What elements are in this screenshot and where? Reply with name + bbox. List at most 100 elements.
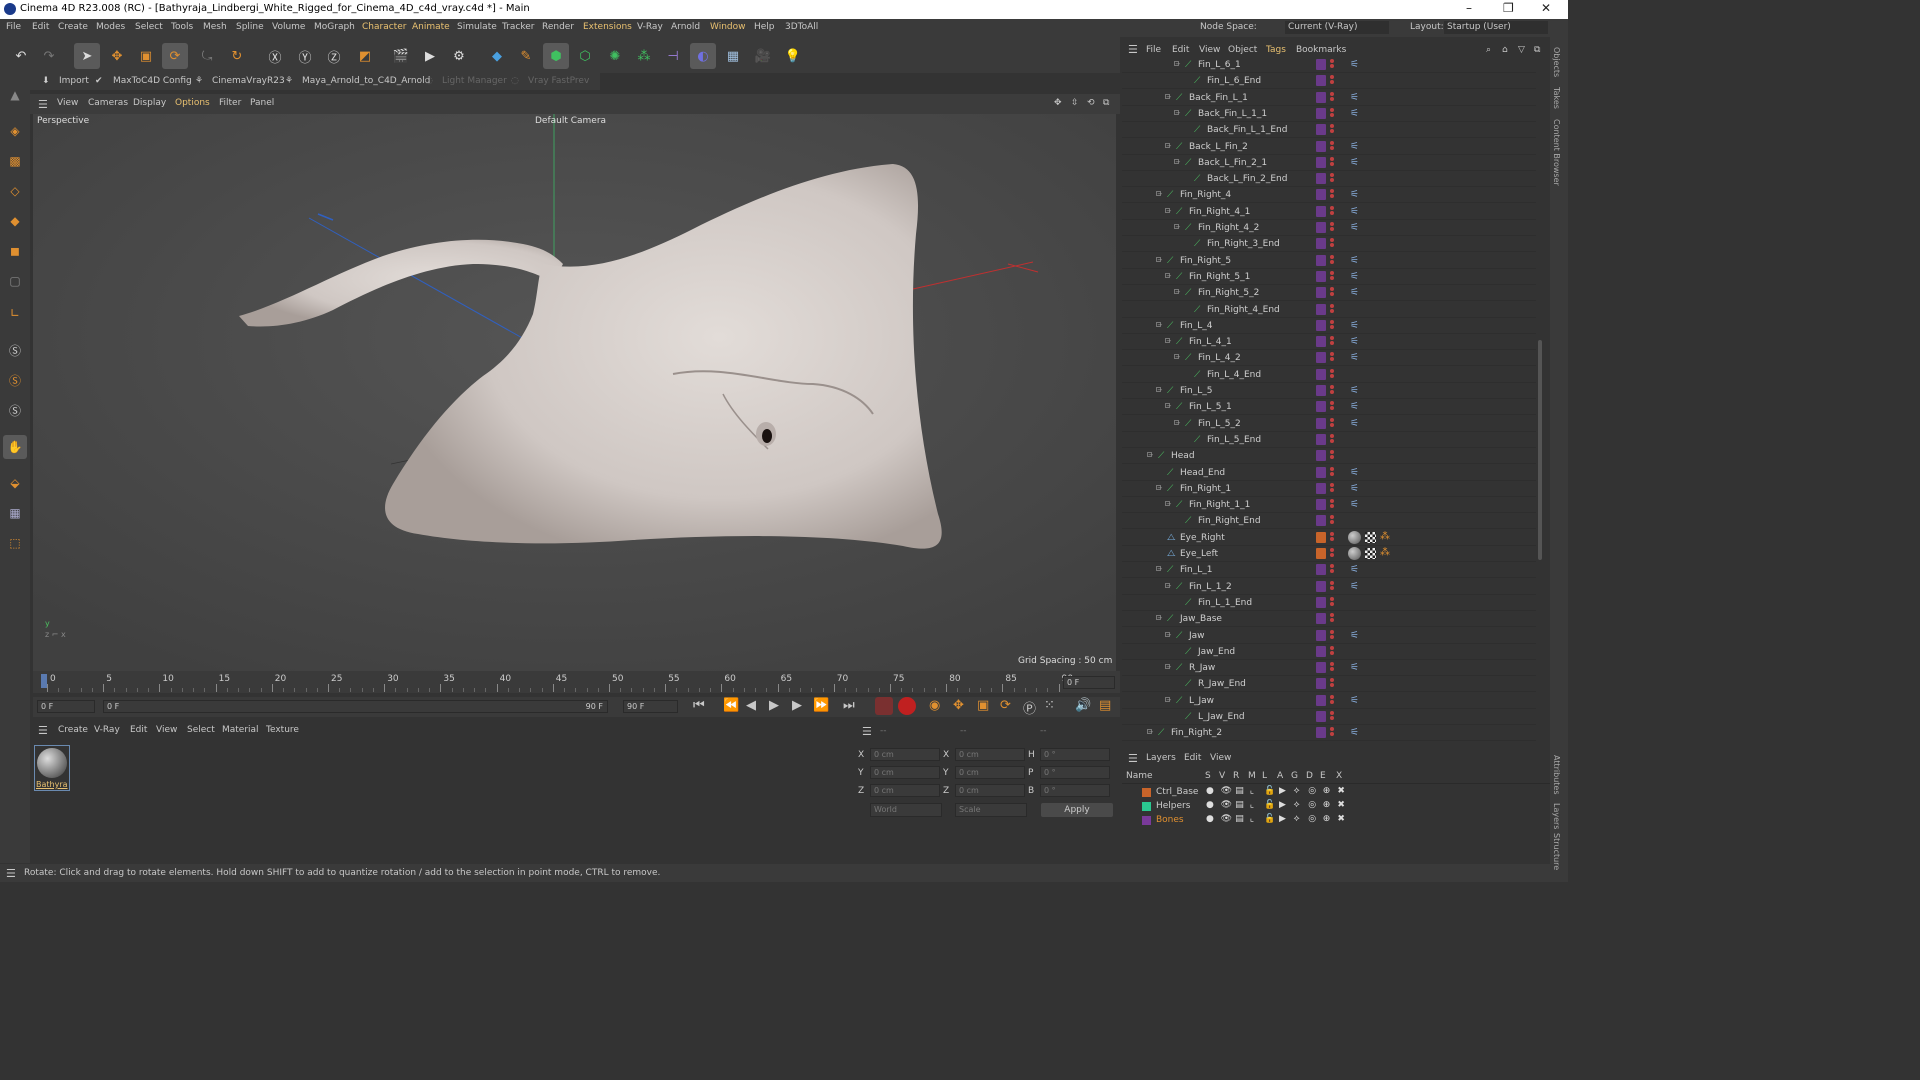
keyframe-selection-icon[interactable]: ◉ <box>929 698 940 713</box>
obj-menu-view[interactable]: View <box>1199 45 1220 55</box>
menu-render[interactable]: Render <box>542 22 574 32</box>
visibility-dots[interactable] <box>1330 564 1334 576</box>
expand-toggle-icon[interactable]: − <box>1174 419 1181 426</box>
prev-key-icon[interactable]: ⏪ <box>723 698 739 713</box>
object-row[interactable]: − ⟋ Fin_L_4_1 ⚟ <box>1122 334 1536 351</box>
mat-menu-vray[interactable]: V-Ray <box>94 725 120 735</box>
expand-toggle-icon[interactable]: − <box>1165 501 1172 508</box>
camera-icon[interactable]: 🎥 <box>750 43 776 69</box>
coord-value-field[interactable]: 0 cm <box>870 766 940 779</box>
mat-menu-edit[interactable]: Edit <box>130 725 147 735</box>
layer-toggle-icon[interactable]: ✖ <box>1337 814 1345 824</box>
ik-tag-icon[interactable]: ⚟ <box>1350 141 1362 153</box>
recent-tool-icon[interactable]: ⤿ <box>194 43 220 69</box>
coord-value-field[interactable]: 0 ° <box>1040 766 1110 779</box>
plugin-light-manager[interactable]: Light Manager <box>442 76 507 86</box>
layer-column-header[interactable]: X <box>1336 771 1342 781</box>
visibility-dots[interactable] <box>1330 75 1334 87</box>
texture-tag-icon[interactable] <box>1365 548 1376 559</box>
floor-icon[interactable]: ▦ <box>720 43 746 69</box>
object-row[interactable]: − ⟋ Jaw_Base <box>1122 611 1536 628</box>
vp-menu-display[interactable]: Display <box>133 98 166 108</box>
layer-color-swatch[interactable] <box>1142 816 1151 825</box>
visibility-dots[interactable] <box>1330 515 1334 527</box>
visibility-dots[interactable] <box>1330 140 1334 153</box>
key-pla-icon[interactable]: ⁙ <box>1044 698 1055 713</box>
layer-toggle-icon[interactable]: ● <box>1206 800 1214 810</box>
ik-tag-icon[interactable]: ⚟ <box>1350 662 1362 674</box>
expand-toggle-icon[interactable]: − <box>1165 338 1172 345</box>
next-key-icon[interactable]: ⏩ <box>813 698 829 713</box>
menu-select[interactable]: Select <box>135 22 163 32</box>
layer-color-swatch[interactable] <box>1316 694 1326 706</box>
expand-toggle-icon[interactable]: − <box>1165 696 1172 703</box>
key-position-icon[interactable]: ✥ <box>953 698 964 713</box>
next-frame-icon[interactable]: ▶ <box>792 698 802 713</box>
vp-menu-cameras[interactable]: Cameras <box>88 98 128 108</box>
expand-toggle-icon[interactable]: − <box>1174 158 1181 165</box>
object-row[interactable]: − ⟋ Back_Fin_L_1 ⚟ <box>1122 89 1536 106</box>
coord-value-field[interactable]: 0 ° <box>1040 748 1110 761</box>
visibility-dots[interactable] <box>1330 531 1334 544</box>
layer-color-swatch[interactable] <box>1316 433 1326 445</box>
coord-space-dropdown[interactable]: World <box>870 803 942 817</box>
vp-menu-view[interactable]: View <box>57 98 78 108</box>
layer-column-header[interactable]: V <box>1219 771 1225 781</box>
z-axis-lock-icon[interactable]: Ⓩ <box>321 43 347 69</box>
layer-color-swatch[interactable] <box>1142 802 1151 811</box>
expand-toggle-icon[interactable]: − <box>1165 631 1172 638</box>
object-row[interactable]: − ⟋ R_Jaw ⚟ <box>1122 660 1536 677</box>
object-row[interactable]: − ⟋ L_Jaw ⚟ <box>1122 692 1536 709</box>
light-icon[interactable]: 💡 <box>780 43 806 69</box>
menu-modes[interactable]: Modes <box>96 22 125 32</box>
visibility-dots[interactable] <box>1330 319 1334 332</box>
plugin-import[interactable]: Import <box>59 76 89 86</box>
mat-menu-select[interactable]: Select <box>187 725 215 735</box>
layer-toggle-icon[interactable]: ⊕ <box>1323 814 1331 824</box>
expand-toggle-icon[interactable]: − <box>1174 224 1181 231</box>
object-row[interactable]: ⟋ R_Jaw_End <box>1122 676 1536 693</box>
ik-tag-icon[interactable]: ⚟ <box>1350 287 1362 299</box>
object-row[interactable]: − ⟋ Fin_L_5 ⚟ <box>1122 383 1536 399</box>
ik-tag-icon[interactable]: ⚟ <box>1350 385 1362 397</box>
layer-color-swatch[interactable] <box>1316 727 1326 739</box>
visibility-dots[interactable] <box>1330 678 1334 690</box>
object-menu-icon[interactable]: ☰ <box>1128 43 1138 56</box>
obj-menu-edit[interactable]: Edit <box>1172 45 1189 55</box>
uv-mode-icon[interactable]: ▢ <box>3 269 27 293</box>
object-row[interactable]: − ⟋ Fin_Right_5_2 ⚟ <box>1122 285 1536 302</box>
layer-color-swatch[interactable] <box>1316 336 1326 348</box>
grid-icon[interactable]: ▦ <box>3 501 27 525</box>
expand-toggle-icon[interactable]: − <box>1156 387 1163 394</box>
object-row[interactable]: − ⟋ Back_L_Fin_2_1 ⚟ <box>1122 154 1536 171</box>
ik-tag-icon[interactable]: ⚟ <box>1350 352 1362 364</box>
visibility-dots[interactable] <box>1330 287 1334 299</box>
texture-mode-icon[interactable]: ▩ <box>3 149 27 173</box>
menu-volume[interactable]: Volume <box>272 22 305 32</box>
object-row[interactable]: − ⟋ Fin_L_1 ⚟ <box>1122 562 1536 579</box>
ik-tag-icon[interactable]: ⚟ <box>1350 564 1362 576</box>
goto-start-icon[interactable]: ⏮ <box>693 698 705 713</box>
expand-toggle-icon[interactable]: − <box>1156 484 1163 491</box>
expand-toggle-icon[interactable]: − <box>1165 142 1172 149</box>
layer-toggle-icon[interactable]: ▶ <box>1279 786 1286 796</box>
layer-color-swatch[interactable] <box>1316 173 1326 185</box>
expand-toggle-icon[interactable]: − <box>1147 729 1154 736</box>
layer-color-swatch[interactable] <box>1316 531 1326 543</box>
obj-menu-bookmarks[interactable]: Bookmarks <box>1296 45 1346 55</box>
cloner-icon[interactable]: ✺ <box>602 43 628 69</box>
motion-icon[interactable]: 🔊 <box>1075 698 1091 713</box>
material-menu-icon[interactable]: ☰ <box>38 724 48 737</box>
coord-value-field[interactable]: 0 cm <box>870 748 940 761</box>
layer-color-swatch[interactable] <box>1316 75 1326 87</box>
layer-column-header[interactable]: A <box>1277 771 1283 781</box>
menu-3dtoall[interactable]: 3DToAll <box>785 22 818 32</box>
layer-color-swatch[interactable] <box>1316 613 1326 625</box>
model-mode-icon[interactable]: ◈ <box>3 119 27 143</box>
object-row[interactable]: − ⟋ Back_L_Fin_2 ⚟ <box>1122 138 1536 155</box>
object-row[interactable]: ⟋ Head_End ⚟ <box>1122 464 1536 481</box>
material-swatch[interactable]: Bathyra <box>34 745 70 791</box>
object-row[interactable]: − ⟋ Fin_Right_4_2 ⚟ <box>1122 220 1536 236</box>
layer-color-swatch[interactable] <box>1316 580 1326 592</box>
layer-column-header[interactable]: M <box>1248 771 1256 781</box>
